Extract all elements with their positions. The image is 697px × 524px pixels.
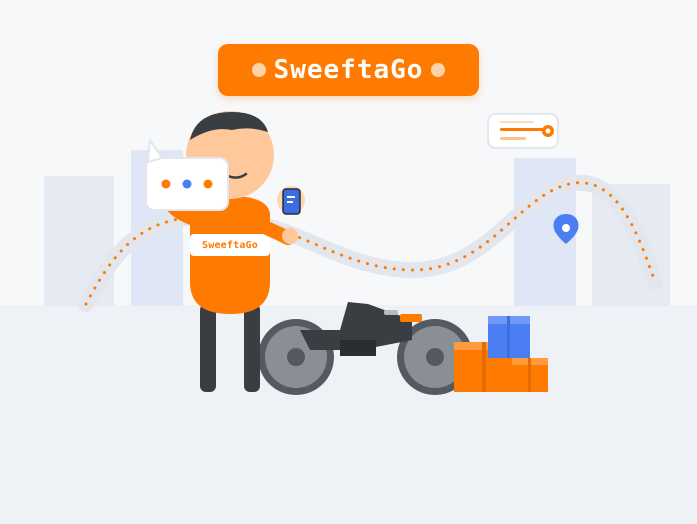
phone-icon — [277, 186, 305, 215]
courier-leg-right — [244, 304, 260, 392]
illustration-stage: SweeftaGo SweeftaGo — [0, 0, 697, 524]
scooter-handle — [400, 314, 422, 322]
slider-card-icon — [487, 113, 559, 149]
logo-dot-left — [251, 63, 266, 77]
brand-logo-text: SweeftaGo — [273, 55, 424, 85]
brand-logo-badge: SweeftaGo — [218, 44, 479, 96]
logo-dot-right — [431, 63, 446, 77]
courier-leg-left — [200, 304, 216, 392]
shirt-brand-text: SweeftaGo — [202, 239, 258, 251]
